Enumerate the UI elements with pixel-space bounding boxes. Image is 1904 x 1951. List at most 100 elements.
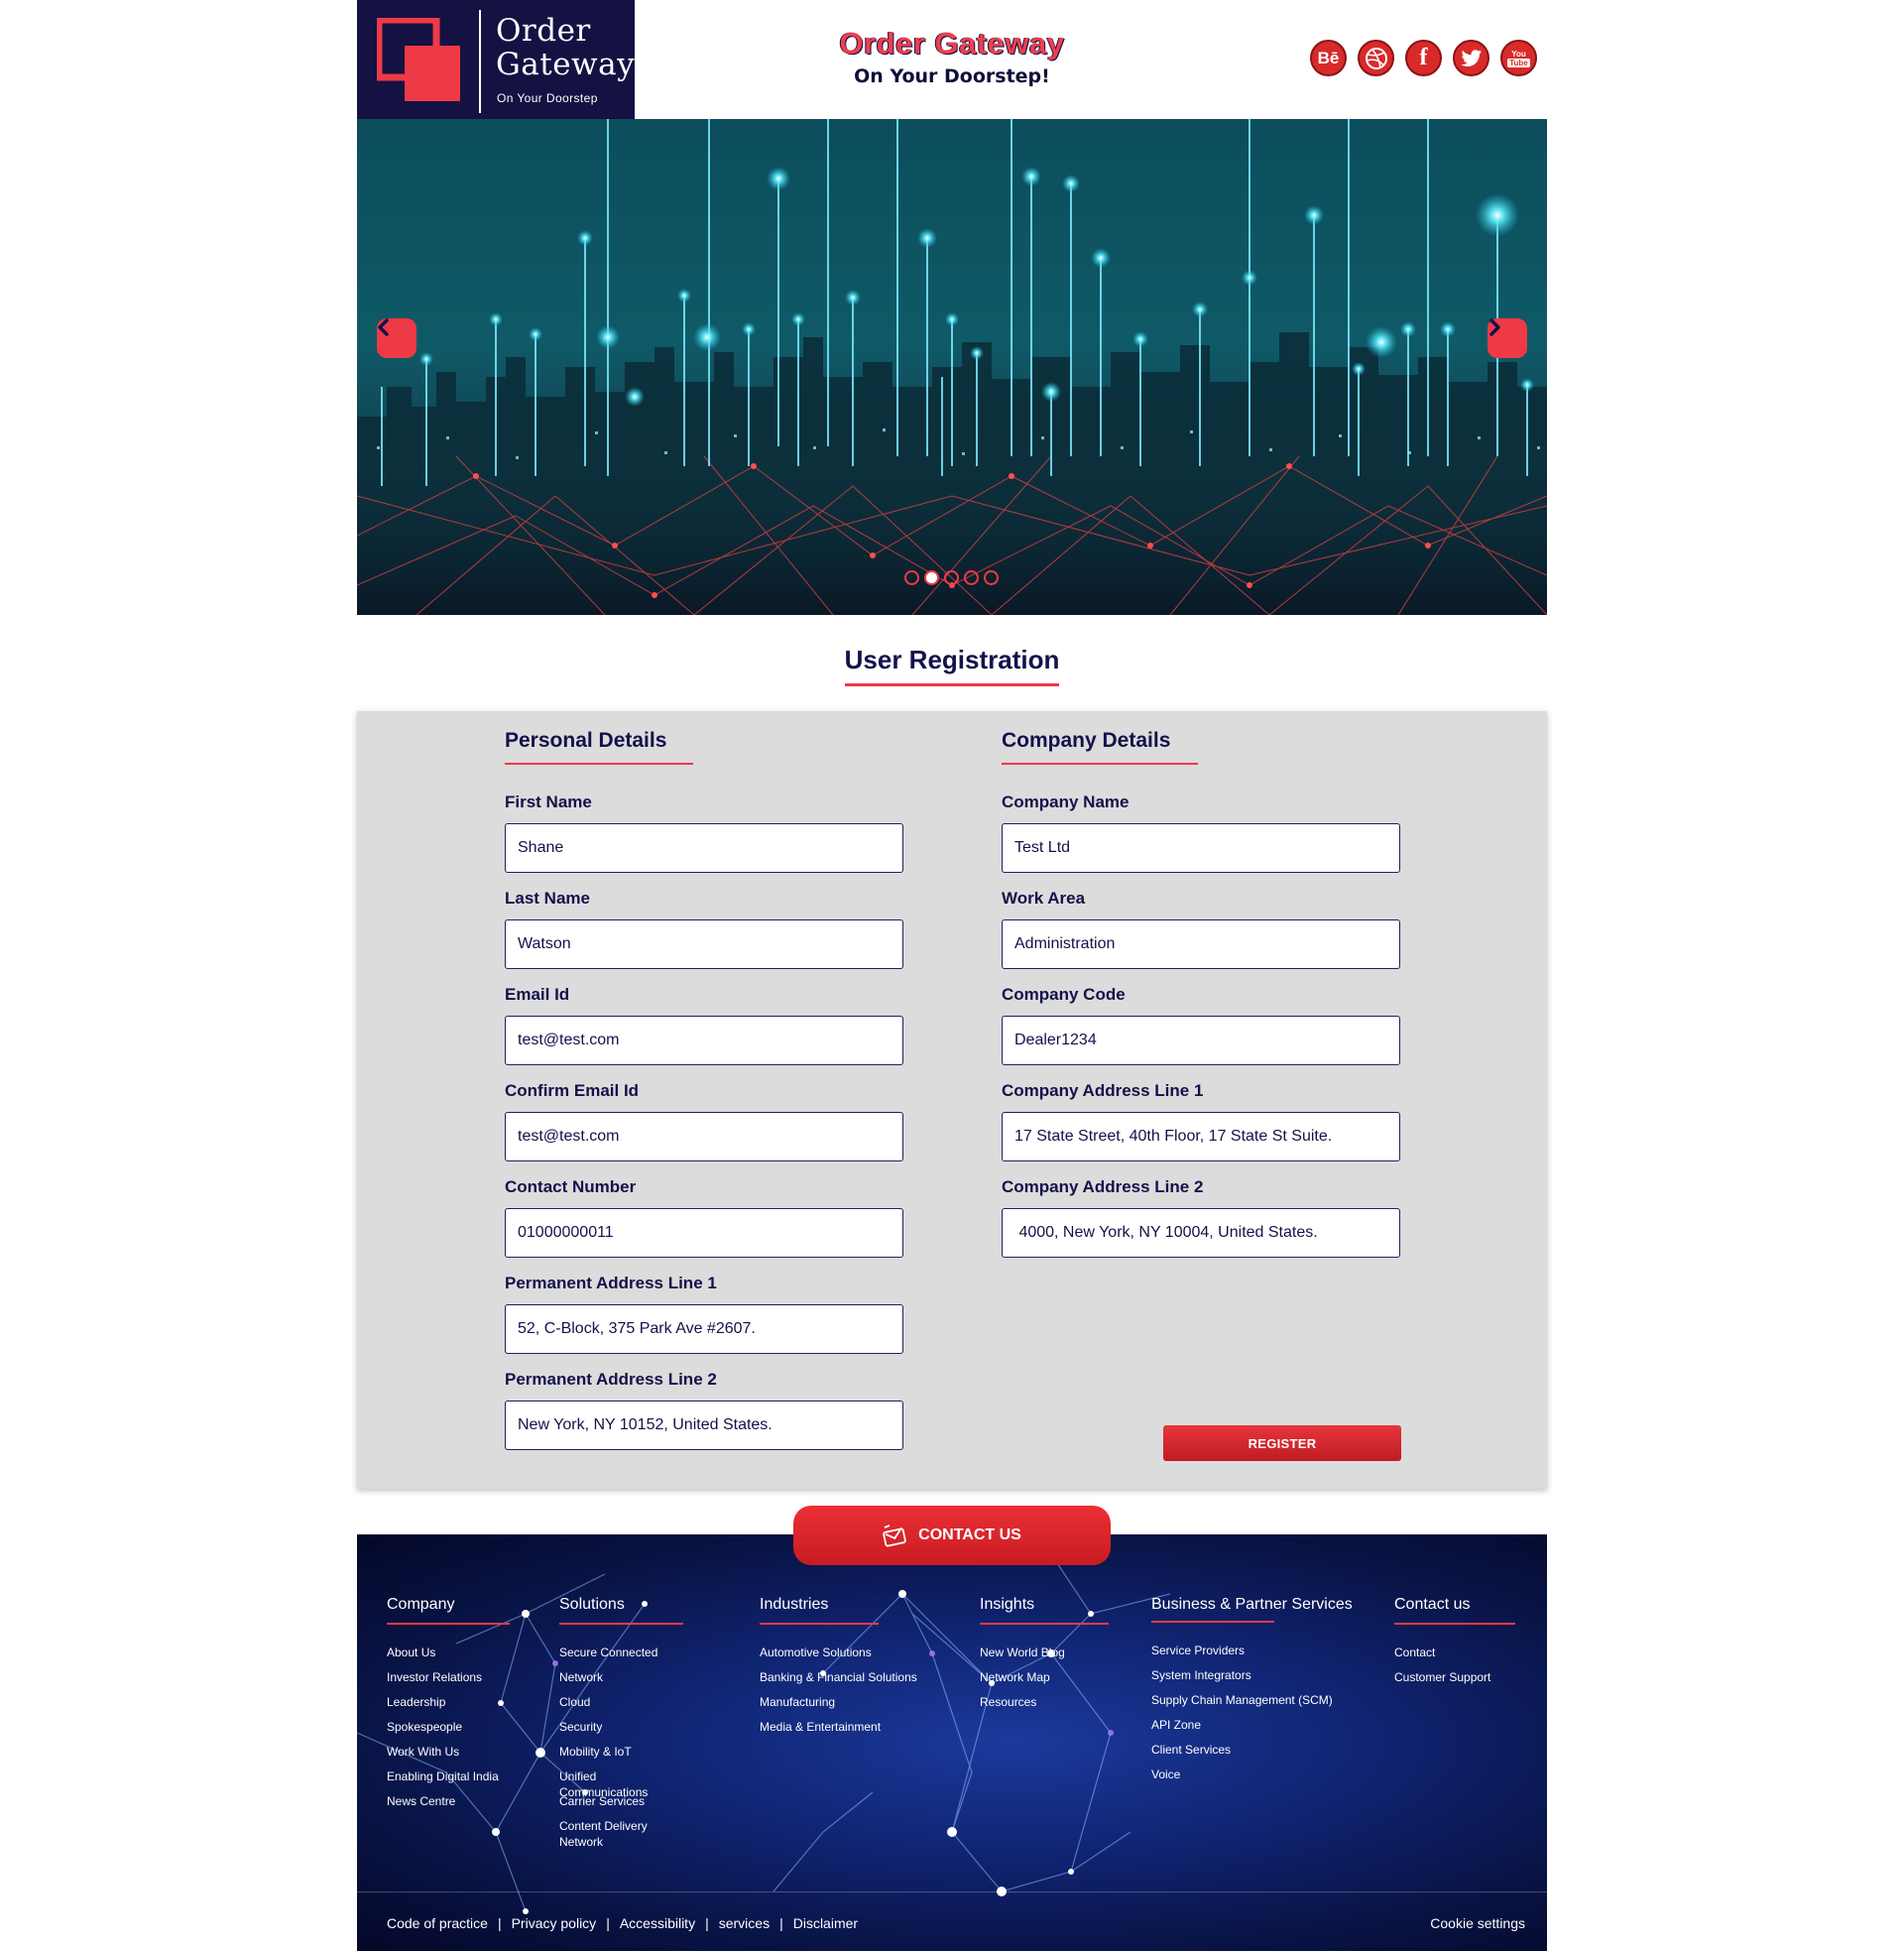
footer-heading-company: Company (387, 1596, 510, 1625)
legal-link-accessibility[interactable]: Accessibility (620, 1915, 695, 1931)
footer-link-mobility-iot[interactable]: Mobility & IoT (559, 1744, 683, 1768)
email-input[interactable] (505, 1016, 903, 1065)
youtube-icon[interactable]: You Tube (1500, 40, 1537, 76)
footer-link-customer-support[interactable]: Customer Support (1394, 1669, 1515, 1694)
last-name-input[interactable] (505, 919, 903, 969)
first-name-input[interactable] (505, 823, 903, 873)
footer-link-supply-chain[interactable]: Supply Chain Management (SCM) (1151, 1692, 1369, 1717)
footer-col-company: Company About Us Investor Relations Lead… (387, 1596, 510, 1818)
contact-us-button[interactable]: CONTACT US (793, 1506, 1111, 1565)
legal-separator: | (779, 1915, 783, 1931)
company-address-2-input[interactable] (1002, 1208, 1400, 1258)
chevron-left-icon (378, 318, 389, 336)
footer-col-business-partner: Business & Partner Services Service Prov… (1151, 1596, 1353, 1791)
footer-heading-solutions: Solutions (559, 1596, 683, 1625)
legal-link-code-of-practice[interactable]: Code of practice (387, 1915, 488, 1931)
register-button[interactable]: REGISTER (1163, 1425, 1401, 1461)
carousel-dots (904, 570, 999, 585)
logo-mark-icon (377, 18, 460, 101)
legal-separator: | (705, 1915, 709, 1931)
confirm-email-label: Confirm Email Id (505, 1081, 640, 1100)
behance-icon[interactable]: Bē (1310, 40, 1347, 76)
footer-link-client-services[interactable]: Client Services (1151, 1742, 1369, 1767)
cookie-settings-link[interactable]: Cookie settings (1430, 1915, 1525, 1931)
footer-col-solutions: Solutions Secure Connected Network Cloud… (559, 1596, 683, 1849)
personal-details-column: Personal Details First Name Last Name Em… (505, 711, 903, 1466)
footer-link-api-zone[interactable]: API Zone (1151, 1717, 1369, 1742)
carousel-dot-active[interactable] (924, 570, 939, 585)
permanent-address-2-field: Permanent Address Line 2 (505, 1370, 903, 1466)
footer-link-content-delivery-network[interactable]: Content Delivery Network (559, 1818, 683, 1849)
permanent-address-1-field: Permanent Address Line 1 (505, 1274, 903, 1370)
last-name-label: Last Name (505, 889, 590, 908)
footer-link-carrier-services[interactable]: Carrier Services (559, 1793, 683, 1818)
carousel-prev-button[interactable] (377, 318, 416, 358)
email-label: Email Id (505, 985, 570, 1004)
company-address-1-input[interactable] (1002, 1112, 1400, 1161)
logo[interactable]: Order Gateway On Your Doorstep (357, 0, 635, 119)
contact-number-label: Contact Number (505, 1177, 637, 1196)
twitter-icon[interactable] (1453, 40, 1489, 76)
footer-link-resources[interactable]: Resources (980, 1694, 1109, 1719)
footer-link-network-map[interactable]: Network Map (980, 1669, 1109, 1694)
footer-link-voice[interactable]: Voice (1151, 1767, 1369, 1791)
footer-link-media-entertainment[interactable]: Media & Entertainment (760, 1719, 958, 1744)
footer-link-banking-financial[interactable]: Banking & Financial Solutions (760, 1669, 958, 1694)
footer-link-service-providers[interactable]: Service Providers (1151, 1643, 1369, 1667)
first-name-field: First Name (505, 793, 903, 889)
footer-link-about-us[interactable]: About Us (387, 1645, 510, 1669)
company-code-input[interactable] (1002, 1016, 1400, 1065)
carousel-next-button[interactable] (1488, 318, 1527, 358)
footer-heading-industries: Industries (760, 1596, 879, 1625)
work-area-input[interactable] (1002, 919, 1400, 969)
footer-link-secure-connected[interactable]: Secure Connected (559, 1645, 683, 1669)
footer-link-cloud[interactable]: Cloud (559, 1694, 683, 1719)
legal-separator: | (497, 1915, 502, 1931)
registration-title: User Registration (844, 645, 1060, 686)
work-area-field: Work Area (1002, 889, 1400, 985)
footer-link-system-integrators[interactable]: System Integrators (1151, 1667, 1369, 1692)
email-field: Email Id (505, 985, 903, 1081)
personal-details-heading: Personal Details (505, 729, 693, 765)
carousel-dot[interactable] (984, 570, 999, 585)
chevron-right-icon (1489, 318, 1500, 336)
legal-link-disclaimer[interactable]: Disclaimer (793, 1915, 858, 1931)
legal-link-services[interactable]: services (719, 1915, 770, 1931)
footer-link-spokespeople[interactable]: Spokespeople (387, 1719, 510, 1744)
page: Order Gateway On Your Doorstep Order Gate… (357, 0, 1547, 1951)
contact-number-input[interactable] (505, 1208, 903, 1258)
registration-form: Personal Details First Name Last Name Em… (357, 711, 1547, 1489)
brand: Order Gateway On Your Doorstep! (793, 26, 1111, 87)
legal-link-privacy-policy[interactable]: Privacy policy (512, 1915, 597, 1931)
permanent-address-2-label: Permanent Address Line 2 (505, 1370, 717, 1389)
footer-link-network[interactable]: Network (559, 1669, 683, 1694)
brand-title: Order Gateway (839, 26, 1065, 61)
company-name-input[interactable] (1002, 823, 1400, 873)
facebook-icon[interactable]: f (1405, 40, 1442, 76)
last-name-field: Last Name (505, 889, 903, 985)
footer-col-contact: Contact us Contact Customer Support (1394, 1596, 1515, 1694)
footer-link-new-world-blog[interactable]: New World Blog (980, 1645, 1109, 1669)
footer-link-contact[interactable]: Contact (1394, 1645, 1515, 1669)
footer-link-news-centre[interactable]: News Centre (387, 1793, 510, 1818)
footer-link-manufacturing[interactable]: Manufacturing (760, 1694, 958, 1719)
permanent-address-2-input[interactable] (505, 1401, 903, 1450)
confirm-email-input[interactable] (505, 1112, 903, 1161)
company-address-2-field: Company Address Line 2 (1002, 1177, 1400, 1274)
footer-link-investor-relations[interactable]: Investor Relations (387, 1669, 510, 1694)
permanent-address-1-input[interactable] (505, 1304, 903, 1354)
social-links: Bē f You Tube (1310, 40, 1537, 76)
footer-link-enabling-digital-india[interactable]: Enabling Digital India (387, 1768, 510, 1793)
footer-link-work-with-us[interactable]: Work With Us (387, 1744, 510, 1768)
carousel-dot[interactable] (964, 570, 979, 585)
dribbble-icon[interactable] (1358, 40, 1394, 76)
footer-link-unified-communications[interactable]: Unified Communications (559, 1768, 683, 1799)
company-address-1-field: Company Address Line 1 (1002, 1081, 1400, 1177)
carousel-dot[interactable] (904, 570, 919, 585)
work-area-label: Work Area (1002, 889, 1086, 908)
footer-link-leadership[interactable]: Leadership (387, 1694, 510, 1719)
carousel-dot[interactable] (944, 570, 959, 585)
footer-link-security[interactable]: Security (559, 1719, 683, 1744)
footer-link-automotive-solutions[interactable]: Automotive Solutions (760, 1645, 958, 1669)
company-name-label: Company Name (1002, 793, 1130, 811)
